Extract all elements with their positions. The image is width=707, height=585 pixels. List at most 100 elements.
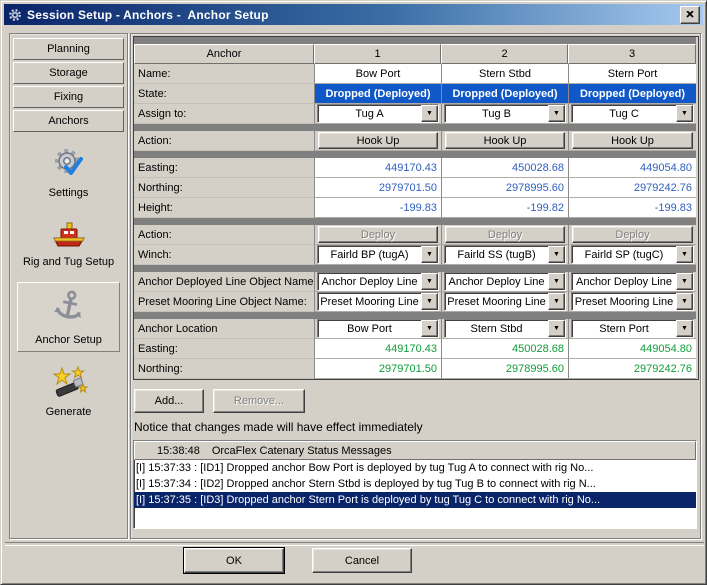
deployed-line-select-2[interactable]: Anchor Deploy Line ▼ bbox=[444, 272, 566, 291]
chevron-down-icon[interactable]: ▼ bbox=[548, 246, 565, 263]
name-value-1[interactable]: Bow Port bbox=[314, 64, 441, 84]
chevron-down-icon[interactable]: ▼ bbox=[421, 320, 438, 337]
preset-line-cell-2: Preset Mooring Line ▼ bbox=[441, 292, 568, 312]
height-2[interactable]: -199.82 bbox=[441, 198, 568, 218]
assign-to-select-1[interactable]: Tug A ▼ bbox=[317, 104, 439, 123]
preset-line-select-2[interactable]: Preset Mooring Line ▼ bbox=[444, 292, 566, 311]
location-cell-2: Stern Stbd ▼ bbox=[441, 319, 568, 339]
titlebar[interactable]: Session Setup - Anchors - Anchor Setup bbox=[4, 4, 703, 25]
location-select-3[interactable]: Stern Port ▼ bbox=[571, 319, 694, 338]
deployed-line-select-1[interactable]: Anchor Deploy Line ▼ bbox=[317, 272, 439, 291]
northing-current-2[interactable]: 2978995.60 bbox=[441, 178, 568, 198]
name-value-3[interactable]: Stern Port bbox=[568, 64, 696, 84]
deployed-line-cell-1: Anchor Deploy Line ▼ bbox=[314, 272, 441, 292]
chevron-down-icon[interactable]: ▼ bbox=[548, 320, 565, 337]
sidebar-item-anchor-setup[interactable]: Anchor Setup bbox=[17, 282, 120, 352]
status-message-row[interactable]: [I] 15:37:33 : [ID1] Dropped anchor Bow … bbox=[134, 460, 696, 476]
chevron-down-icon[interactable]: ▼ bbox=[421, 246, 438, 263]
footer-divider bbox=[5, 542, 704, 546]
combo-value: Stern Stbd bbox=[445, 320, 548, 337]
chevron-down-icon[interactable]: ▼ bbox=[421, 273, 438, 290]
chevron-down-icon[interactable]: ▼ bbox=[676, 320, 693, 337]
sidebar-tab-planning[interactable]: Planning bbox=[13, 38, 124, 60]
chevron-down-icon[interactable]: ▼ bbox=[548, 273, 565, 290]
combo-value: Anchor Deploy Line bbox=[445, 273, 548, 290]
sidebar-tab-storage[interactable]: Storage bbox=[13, 62, 124, 84]
northing-target-1[interactable]: 2979701.50 bbox=[314, 359, 441, 379]
tab-label: Planning bbox=[47, 43, 90, 55]
sidebar-tab-fixing[interactable]: Fixing bbox=[13, 86, 124, 108]
chevron-down-icon[interactable]: ▼ bbox=[676, 246, 693, 263]
winch-select-1[interactable]: Fairld BP (tugA) ▼ bbox=[317, 245, 439, 264]
chevron-down-icon[interactable]: ▼ bbox=[676, 105, 693, 122]
northing-target-2[interactable]: 2978995.60 bbox=[441, 359, 568, 379]
anchor-table: Anchor 1 2 3 Name: Bow Port Stern Stbd S… bbox=[133, 36, 699, 380]
preset-line-select-3[interactable]: Preset Mooring Line ▼ bbox=[571, 292, 694, 311]
cancel-button[interactable]: Cancel bbox=[312, 548, 412, 573]
hook-up-button-3[interactable]: Hook Up bbox=[572, 132, 693, 149]
hook-up-button-1[interactable]: Hook Up bbox=[318, 132, 438, 149]
hookup-cell-1: Hook Up bbox=[314, 131, 441, 151]
status-title: OrcaFlex Catenary Status Messages bbox=[212, 445, 392, 457]
deploy-cell-3: Deploy bbox=[568, 225, 696, 245]
anchor-icon bbox=[51, 288, 87, 331]
winch-select-2[interactable]: Fairld SS (tugB) ▼ bbox=[444, 245, 566, 264]
deploy-button-3: Deploy bbox=[572, 226, 693, 243]
chevron-down-icon[interactable]: ▼ bbox=[421, 293, 438, 310]
deploy-cell-2: Deploy bbox=[441, 225, 568, 245]
name-value-2[interactable]: Stern Stbd bbox=[441, 64, 568, 84]
northing-current-1[interactable]: 2979701.50 bbox=[314, 178, 441, 198]
ok-button[interactable]: OK bbox=[184, 548, 284, 573]
section-separator bbox=[134, 151, 696, 158]
location-cell-3: Stern Port ▼ bbox=[568, 319, 696, 339]
height-1[interactable]: -199.83 bbox=[314, 198, 441, 218]
northing-current-3[interactable]: 2979242.76 bbox=[568, 178, 696, 198]
preset-line-cell-1: Preset Mooring Line ▼ bbox=[314, 292, 441, 312]
assign-to-select-2[interactable]: Tug B ▼ bbox=[444, 104, 566, 123]
easting-target-1[interactable]: 449170.43 bbox=[314, 339, 441, 359]
sidebar-item-label: Rig and Tug Setup bbox=[23, 256, 114, 268]
add-button[interactable]: Add... bbox=[134, 389, 204, 413]
location-select-2[interactable]: Stern Stbd ▼ bbox=[444, 319, 566, 338]
northing-target-3[interactable]: 2979242.76 bbox=[568, 359, 696, 379]
assign-to-cell-1: Tug A ▼ bbox=[314, 104, 441, 124]
tab-label: Storage bbox=[49, 67, 88, 79]
section-separator bbox=[134, 218, 696, 225]
sidebar-item-settings[interactable]: Settings bbox=[17, 142, 120, 204]
sidebar-item-generate[interactable]: Generate bbox=[17, 361, 120, 423]
location-select-1[interactable]: Bow Port ▼ bbox=[317, 319, 439, 338]
row-label-assign-to: Assign to: bbox=[134, 104, 314, 124]
hook-up-button-2[interactable]: Hook Up bbox=[445, 132, 565, 149]
status-message-row[interactable]: [I] 15:37:34 : [ID2] Dropped anchor Ster… bbox=[134, 476, 696, 492]
state-value-1: Dropped (Deployed) bbox=[314, 84, 441, 104]
chevron-down-icon[interactable]: ▼ bbox=[548, 293, 565, 310]
deployed-line-cell-3: Anchor Deploy Line ▼ bbox=[568, 272, 696, 292]
assign-to-select-3[interactable]: Tug C ▼ bbox=[571, 104, 694, 123]
deploy-button-2: Deploy bbox=[445, 226, 565, 243]
chevron-down-icon[interactable]: ▼ bbox=[421, 105, 438, 122]
easting-target-2[interactable]: 450028.68 bbox=[441, 339, 568, 359]
chevron-down-icon[interactable]: ▼ bbox=[676, 273, 693, 290]
chevron-down-icon[interactable]: ▼ bbox=[548, 105, 565, 122]
combo-value: Stern Port bbox=[572, 320, 676, 337]
height-3[interactable]: -199.83 bbox=[568, 198, 696, 218]
preset-line-select-1[interactable]: Preset Mooring Line ▼ bbox=[317, 292, 439, 311]
winch-cell-1: Fairld BP (tugA) ▼ bbox=[314, 245, 441, 265]
preset-line-cell-3: Preset Mooring Line ▼ bbox=[568, 292, 696, 312]
sidebar-tab-anchors[interactable]: Anchors bbox=[13, 110, 124, 132]
winch-select-3[interactable]: Fairld SP (tugC) ▼ bbox=[571, 245, 694, 264]
close-button[interactable] bbox=[680, 6, 700, 24]
tugboat-icon bbox=[50, 218, 88, 253]
easting-current-1[interactable]: 449170.43 bbox=[314, 158, 441, 178]
status-message-box[interactable]: 15:38:48 OrcaFlex Catenary Status Messag… bbox=[133, 440, 697, 529]
chevron-down-icon[interactable]: ▼ bbox=[676, 293, 693, 310]
status-message-row-selected[interactable]: [I] 15:37:35 : [ID3] Dropped anchor Ster… bbox=[134, 492, 696, 508]
sidebar-item-label: Settings bbox=[49, 187, 89, 199]
section-separator bbox=[134, 37, 696, 44]
easting-target-3[interactable]: 449054.80 bbox=[568, 339, 696, 359]
easting-current-2[interactable]: 450028.68 bbox=[441, 158, 568, 178]
deployed-line-select-3[interactable]: Anchor Deploy Line ▼ bbox=[571, 272, 694, 291]
sidebar-item-rig-and-tug-setup[interactable]: Rig and Tug Setup bbox=[17, 213, 120, 273]
easting-current-3[interactable]: 449054.80 bbox=[568, 158, 696, 178]
row-label-easting-target: Easting: bbox=[134, 339, 314, 359]
